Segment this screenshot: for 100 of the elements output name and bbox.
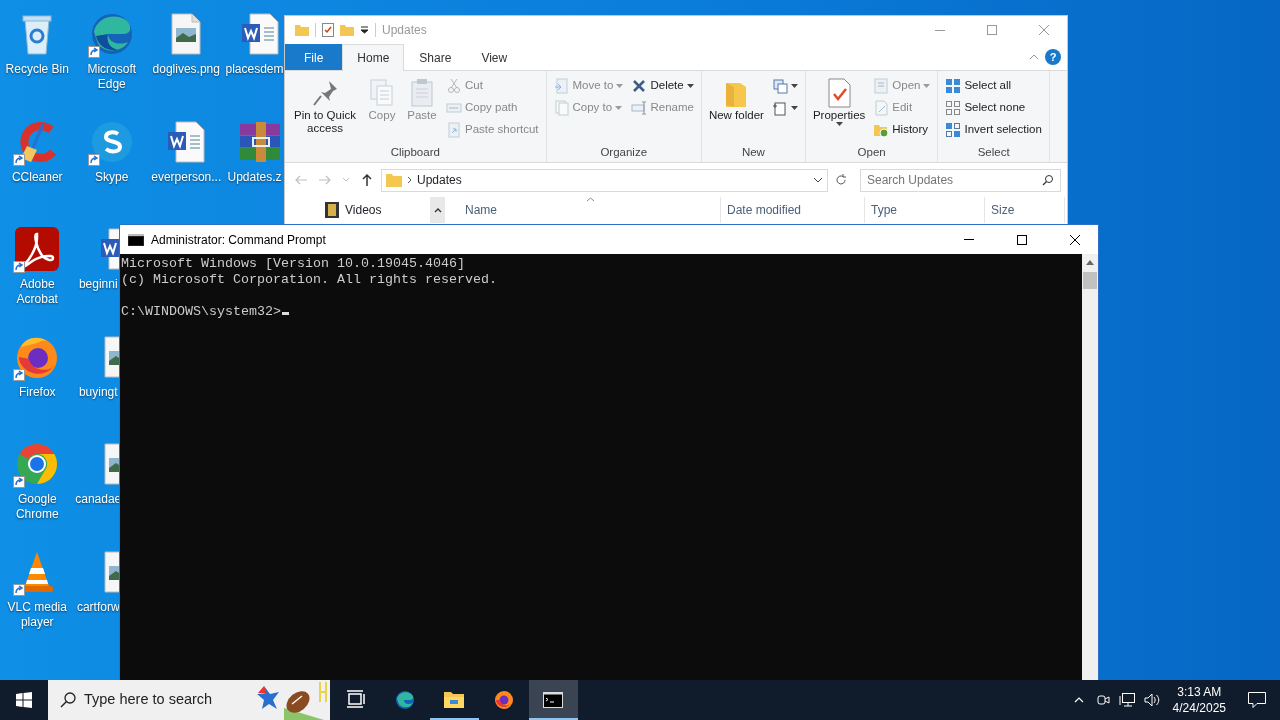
path-icon	[446, 100, 462, 116]
caret-icon	[923, 84, 931, 88]
invert-selection-icon	[945, 122, 962, 138]
desktop-icon-label[interactable]: canadae	[75, 492, 120, 507]
clock-time: 3:13 AM	[1176, 684, 1223, 700]
chevron-up-icon	[433, 208, 442, 214]
chevron-up-icon	[1073, 697, 1084, 703]
text-cursor	[281, 312, 289, 315]
taskbar-app-button[interactable]	[528, 680, 578, 720]
desktop-icon-label[interactable]: CCleaner	[1, 169, 74, 185]
caret-icon	[616, 84, 624, 88]
rename-icon	[631, 100, 648, 116]
easy-access-icon	[771, 100, 788, 116]
scrollbar-thumb[interactable]	[1083, 272, 1097, 289]
scissors-icon	[446, 78, 462, 94]
speaker-icon	[1143, 693, 1160, 707]
caret-icon	[615, 106, 623, 110]
maximize-icon	[987, 25, 997, 35]
group-label: Organize	[599, 145, 649, 160]
nav-pane-item[interactable]: Videos	[345, 201, 382, 219]
collapse-ribbon-icon[interactable]	[1029, 54, 1039, 60]
window-title: Updates	[382, 22, 427, 39]
new-item-icon	[771, 78, 788, 94]
clock[interactable]: 3:13 AM 4/24/2025	[1164, 684, 1234, 716]
camera-icon	[1095, 693, 1110, 707]
column-header[interactable]: Date modified	[721, 197, 865, 223]
column-header[interactable]: Name	[459, 197, 721, 223]
folder-icon	[295, 24, 309, 36]
file-menu-tab[interactable]: File	[285, 44, 343, 70]
speech-bubble-icon	[1248, 692, 1266, 708]
back-icon	[294, 173, 308, 187]
network-icon	[1118, 693, 1135, 707]
properties-icon[interactable]	[322, 23, 334, 37]
fox-logo-icon	[493, 690, 514, 710]
caret-icon[interactable]	[360, 26, 369, 34]
minimize-icon	[935, 29, 945, 31]
search-icon	[1042, 174, 1054, 186]
search-box[interactable]: Search Updates	[860, 168, 1061, 192]
scroll-up-icon[interactable]	[1086, 260, 1094, 265]
ribbon-tab[interactable]: Share	[404, 44, 467, 70]
address-bar[interactable]: Updates	[381, 168, 828, 192]
group-label: Select	[976, 145, 1011, 160]
scroll-up-button[interactable]	[430, 197, 445, 223]
forward-icon	[318, 173, 332, 187]
delete-icon	[631, 78, 648, 94]
column-header[interactable]: Size	[985, 197, 1065, 223]
desktop-icon-label[interactable]: Microsoft Edge	[75, 62, 148, 92]
ribbon-button[interactable]: Select all	[942, 75, 1045, 97]
film-icon	[325, 202, 339, 218]
desktop-icon-label[interactable]: Google Chrome	[1, 492, 74, 522]
dropdown-icon	[813, 177, 823, 183]
ribbon-button[interactable]: Select none	[942, 97, 1045, 119]
column-header[interactable]: Type	[865, 197, 985, 223]
desktop-icon-label[interactable]: Adobe Acrobat	[1, 277, 74, 307]
copy-icon	[553, 100, 570, 116]
taskbar-search-field[interactable]: Type here to search	[84, 689, 246, 711]
desktop-icon-label[interactable]: Recycle Bin	[1, 62, 74, 77]
ribbon-button[interactable]: Pin to Quick access	[289, 75, 361, 137]
help-button[interactable]: ?	[1045, 49, 1061, 65]
ribbon-button[interactable]: History	[870, 119, 934, 141]
ribbon-tab[interactable]: View	[466, 44, 523, 70]
caret-icon	[790, 84, 798, 88]
desktop-icon-label[interactable]: VLC media player	[1, 599, 74, 630]
select-all-icon	[945, 78, 962, 94]
up-arrow-icon	[360, 173, 374, 187]
desktop-icon-label[interactable]: Updates.z	[227, 169, 282, 185]
document-logo-icon[interactable]	[13, 225, 62, 273]
desktop-icon-label[interactable]: placesdem	[225, 62, 284, 77]
taskbar-search-box[interactable]: Type here to search	[48, 680, 330, 720]
select-none-icon	[945, 100, 962, 116]
ribbon-button[interactable]: Invert selection	[942, 119, 1045, 141]
task-view-icon	[345, 690, 365, 710]
maximize-icon	[1017, 234, 1027, 245]
ribbon-button[interactable]: Properties	[809, 75, 869, 128]
window-title: Administrator: Command Prompt	[151, 231, 326, 249]
search-icon	[60, 692, 76, 708]
ribbon-button[interactable]: New folder	[705, 75, 767, 124]
history-icon	[873, 122, 890, 138]
desktop-icon-label[interactable]: everperson...	[150, 169, 223, 185]
desktop-icon-label[interactable]: buyingt	[78, 384, 118, 400]
ribbon-tab[interactable]: Home	[342, 44, 405, 71]
console-icon	[128, 233, 144, 246]
desktop-icon-label[interactable]: doglives.png	[150, 62, 223, 77]
console-line: (c) Microsoft Corporation. All rights reserved.	[121, 272, 498, 288]
edit-icon	[873, 100, 890, 116]
desktop-icon-label[interactable]: Skype	[75, 169, 148, 185]
search-field[interactable]: Search Updates	[867, 171, 1042, 189]
minimize-icon	[964, 239, 974, 240]
move-icon	[553, 78, 570, 94]
windows-logo-icon	[16, 692, 32, 708]
desktop-icon-label[interactable]: Firefox	[1, 384, 74, 400]
ribbon-button[interactable]: Delete	[628, 75, 697, 97]
desktop-icon-label[interactable]: cartforw	[76, 599, 120, 615]
console-prompt: C:\WINDOWS\system32>	[121, 304, 281, 319]
open-icon	[873, 78, 890, 94]
caret-icon	[835, 122, 843, 126]
desktop-icon-label[interactable]: beginni	[78, 277, 118, 292]
folder-icon	[386, 173, 402, 187]
caret-icon	[790, 106, 798, 110]
group-label: New	[740, 145, 766, 160]
